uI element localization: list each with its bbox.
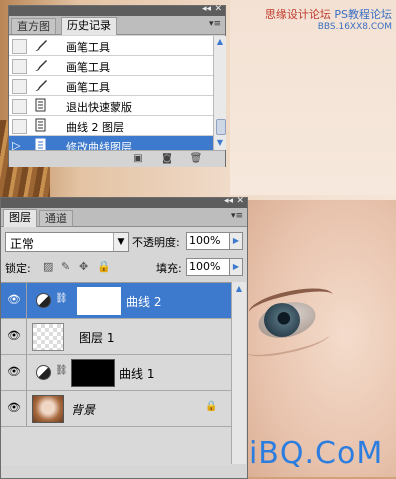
trash-icon[interactable]: 🗑 bbox=[189, 153, 203, 165]
snapshot-icon[interactable]: ◙ bbox=[160, 153, 174, 165]
layers-panel: ◂◂ ✕ 图层 通道 ▾≡ 正常 ▼ 不透明度: 100% ▶ 锁定: ▨ ✎ … bbox=[0, 196, 248, 479]
blend-mode-select[interactable]: 正常 ▼ bbox=[5, 232, 129, 252]
brush-icon bbox=[35, 80, 47, 91]
history-source-checkbox[interactable] bbox=[12, 79, 27, 94]
watermark-site-b: PS教程论坛 bbox=[334, 8, 392, 21]
opacity-input[interactable]: 100% bbox=[186, 232, 230, 250]
history-footer: ▣ ◙ 🗑 bbox=[9, 150, 225, 167]
watermark-bottom: UiBQ.CoM bbox=[226, 436, 384, 471]
layer-mask-thumbnail[interactable] bbox=[71, 359, 115, 387]
eye-icon[interactable]: 👁 bbox=[7, 365, 21, 379]
lock-position-icon[interactable]: ✥ bbox=[79, 260, 88, 273]
history-item-label: 画笔工具 bbox=[66, 81, 110, 94]
history-item-selected[interactable]: ▷ 修改曲线图层 bbox=[9, 136, 213, 150]
layers-scrollbar[interactable]: ▲ bbox=[231, 282, 246, 464]
history-source-checkbox[interactable] bbox=[12, 59, 27, 74]
layer-name: 图层 1 bbox=[79, 331, 115, 345]
history-tabs: 直方图 历史记录 ▾≡ bbox=[9, 16, 225, 35]
layer-thumbnail[interactable] bbox=[32, 323, 64, 351]
layers-list: 👁 ⛓ 曲线 2 👁 图层 1 👁 ⛓ 曲线 1 👁 背景 🔒 bbox=[1, 282, 231, 465]
fill-label: 填充: bbox=[156, 262, 182, 275]
scroll-thumb[interactable] bbox=[216, 119, 226, 135]
lock-transparency-icon[interactable]: ▨ bbox=[43, 260, 53, 273]
close-icon[interactable]: ✕ bbox=[236, 196, 244, 206]
lock-icon: 🔒 bbox=[205, 401, 218, 412]
eye-icon[interactable]: 👁 bbox=[7, 293, 21, 307]
watermark-top: 思缘设计论坛 PS教程论坛 BBS.16XX8.COM bbox=[265, 6, 392, 32]
history-item[interactable]: 画笔工具 bbox=[9, 76, 213, 96]
collapse-icon[interactable]: ◂◂ bbox=[202, 4, 211, 14]
lock-all-icon[interactable]: 🔒 bbox=[97, 260, 111, 273]
layers-tabs: 图层 通道 ▾≡ bbox=[1, 208, 247, 227]
history-state-icon bbox=[35, 118, 46, 132]
history-state-icon bbox=[35, 138, 46, 150]
history-item-label: 退出快速蒙版 bbox=[66, 101, 132, 114]
watermark-site-a: 思缘设计论坛 bbox=[264, 8, 331, 21]
history-panel: ◂◂ ✕ 直方图 历史记录 ▾≡ 画笔工具 画笔工具 画笔工具 退出快速蒙版 曲… bbox=[8, 4, 226, 167]
scroll-up-icon[interactable]: ▲ bbox=[215, 37, 225, 47]
new-document-from-state-icon[interactable]: ▣ bbox=[131, 153, 145, 165]
panel-menu-icon[interactable]: ▾≡ bbox=[231, 211, 243, 221]
tab-history[interactable]: 历史记录 bbox=[61, 17, 117, 35]
layer-name: 背景 bbox=[71, 403, 96, 417]
history-source-checkbox[interactable] bbox=[12, 39, 27, 54]
tab-histogram[interactable]: 直方图 bbox=[11, 18, 56, 34]
watermark-url: BBS.16XX8.COM bbox=[317, 22, 392, 32]
history-item[interactable]: 退出快速蒙版 bbox=[9, 96, 213, 116]
opacity-arrow-icon[interactable]: ▶ bbox=[229, 232, 243, 250]
lock-pixels-icon[interactable]: ✎ bbox=[61, 260, 70, 273]
layer-row-layer-1[interactable]: 👁 图层 1 bbox=[1, 319, 231, 355]
fill-input[interactable]: 100% bbox=[186, 258, 230, 276]
layer-mask-thumbnail[interactable] bbox=[77, 287, 121, 315]
layer-name: 曲线 2 bbox=[126, 295, 162, 309]
panel-menu-icon[interactable]: ▾≡ bbox=[209, 19, 221, 29]
close-icon[interactable]: ✕ bbox=[214, 4, 222, 14]
history-scrollbar[interactable]: ▲ ▼ bbox=[213, 36, 226, 150]
collapse-icon[interactable]: ◂◂ bbox=[224, 196, 233, 206]
layer-row-curves-2[interactable]: 👁 ⛓ 曲线 2 bbox=[1, 283, 231, 319]
history-item-label: 曲线 2 图层 bbox=[66, 121, 124, 134]
tab-channels[interactable]: 通道 bbox=[39, 210, 73, 226]
history-source-checkbox[interactable] bbox=[12, 99, 27, 114]
history-item-label: 画笔工具 bbox=[66, 41, 110, 54]
history-list: 画笔工具 画笔工具 画笔工具 退出快速蒙版 曲线 2 图层 ▷ 修改曲线图层 bbox=[9, 36, 213, 150]
history-item-label: 画笔工具 bbox=[66, 61, 110, 74]
eye-icon[interactable]: 👁 bbox=[7, 329, 21, 343]
history-item[interactable]: 曲线 2 图层 bbox=[9, 116, 213, 136]
eye-icon[interactable]: 👁 bbox=[7, 401, 21, 415]
opacity-label: 不透明度: bbox=[132, 236, 180, 249]
history-item[interactable]: 画笔工具 bbox=[9, 56, 213, 76]
blend-mode-value: 正常 bbox=[10, 237, 35, 251]
brush-icon bbox=[35, 40, 47, 51]
chain-link-icon[interactable]: ⛓ bbox=[55, 293, 68, 304]
layer-row-background[interactable]: 👁 背景 🔒 bbox=[1, 391, 231, 427]
chain-link-icon[interactable]: ⛓ bbox=[55, 365, 68, 376]
current-state-marker-icon: ▷ bbox=[12, 139, 21, 150]
brush-icon bbox=[35, 60, 47, 71]
history-item-label: 修改曲线图层 bbox=[66, 141, 132, 150]
curves-adjustment-icon bbox=[36, 293, 51, 308]
fill-arrow-icon[interactable]: ▶ bbox=[229, 258, 243, 276]
layer-name: 曲线 1 bbox=[119, 367, 155, 381]
scroll-down-icon[interactable]: ▼ bbox=[215, 138, 225, 148]
panel-titlebar[interactable]: ◂◂ ✕ bbox=[9, 4, 225, 16]
tab-layers[interactable]: 图层 bbox=[3, 209, 37, 227]
background-thumbnail[interactable] bbox=[32, 395, 64, 423]
panel-titlebar[interactable]: ◂◂ ✕ bbox=[1, 196, 247, 208]
history-item[interactable]: 画笔工具 bbox=[9, 36, 213, 56]
layer-row-curves-1[interactable]: 👁 ⛓ 曲线 1 bbox=[1, 355, 231, 391]
curves-adjustment-icon bbox=[36, 365, 51, 380]
lock-label: 锁定: bbox=[5, 262, 31, 275]
chevron-down-icon[interactable]: ▼ bbox=[113, 233, 128, 251]
scroll-up-icon[interactable]: ▲ bbox=[234, 284, 244, 294]
history-state-icon bbox=[35, 98, 46, 112]
history-source-checkbox[interactable] bbox=[12, 119, 27, 134]
